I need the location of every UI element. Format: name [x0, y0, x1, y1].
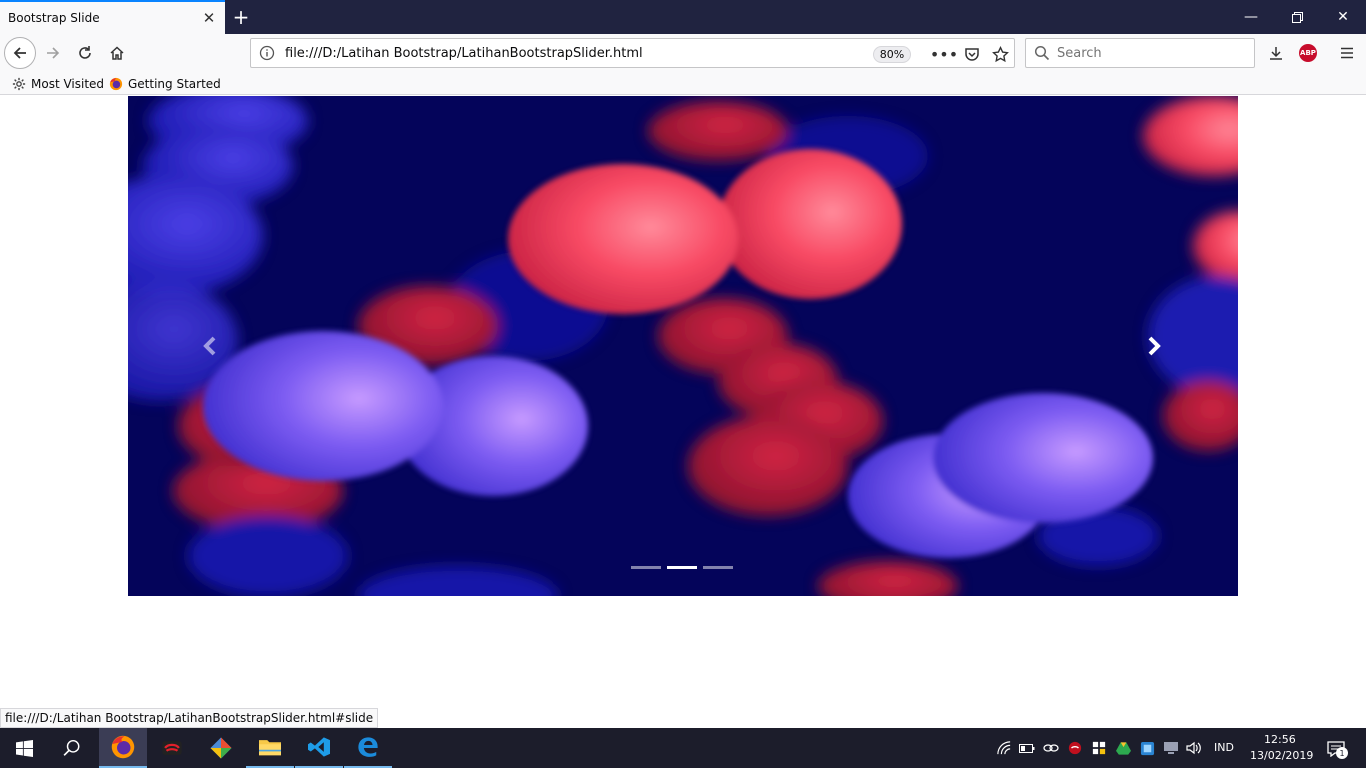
firefox-icon[interactable]: [99, 728, 147, 768]
wifi-icon[interactable]: [996, 740, 1012, 756]
search-input[interactable]: Search: [1057, 46, 1102, 61]
drive-sync-icon[interactable]: [1115, 740, 1131, 756]
search-bar[interactable]: Search: [1025, 38, 1255, 68]
bookmark-star-icon[interactable]: [990, 44, 1010, 64]
battery-icon[interactable]: [1019, 740, 1035, 756]
clock-time[interactable]: 12:56: [1264, 733, 1296, 746]
game-tray-icon[interactable]: [1067, 740, 1083, 756]
navigation-bar: file:///D:/Latihan Bootstrap/LatihanBoot…: [0, 34, 1366, 72]
carousel-indicator-3[interactable]: [703, 566, 733, 569]
volume-icon[interactable]: [1186, 740, 1202, 756]
tab-close-icon[interactable]: ✕: [201, 9, 217, 27]
hamburger-menu-icon: [1341, 47, 1353, 59]
firefox-icon: [109, 77, 123, 91]
zoom-badge[interactable]: 80%: [873, 46, 911, 63]
home-button[interactable]: [102, 38, 132, 68]
tab-title: Bootstrap Slide: [8, 11, 100, 25]
carousel-next-button[interactable]: [1134, 328, 1174, 364]
carousel[interactable]: [128, 96, 1238, 596]
arrow-right-icon: [47, 47, 60, 59]
page-content: file:///D:/Latihan Bootstrap/LatihanBoot…: [0, 96, 1366, 728]
chevron-right-icon: [1148, 336, 1161, 356]
slide-image: [128, 96, 1238, 596]
downloads-button[interactable]: [1261, 38, 1291, 68]
language-indicator[interactable]: IND: [1214, 741, 1234, 754]
url-bar[interactable]: file:///D:/Latihan Bootstrap/LatihanBoot…: [250, 38, 1015, 68]
bookmark-getting-started[interactable]: Getting Started: [109, 75, 221, 93]
carousel-indicator-1[interactable]: [631, 566, 661, 569]
reload-button[interactable]: [70, 38, 100, 68]
restore-icon[interactable]: [1274, 0, 1320, 34]
arrow-left-icon: [13, 47, 26, 59]
notification-count-badge: 1: [1336, 747, 1348, 759]
git-app-icon[interactable]: [197, 728, 245, 768]
gear-icon: [12, 77, 26, 91]
page-actions-icon[interactable]: •••: [930, 44, 958, 64]
app-tray-icon[interactable]: [1139, 740, 1155, 756]
forward-button[interactable]: [38, 38, 68, 68]
game-app-icon[interactable]: [148, 728, 196, 768]
home-icon: [110, 46, 124, 60]
carousel-prev-button[interactable]: [190, 328, 230, 364]
info-icon[interactable]: [259, 45, 275, 61]
edge-icon[interactable]: [344, 728, 392, 768]
network-link-icon[interactable]: [1043, 740, 1059, 756]
security-tray-icon[interactable]: [1091, 740, 1107, 756]
download-icon: [1270, 47, 1282, 60]
file-explorer-icon[interactable]: [246, 728, 294, 768]
title-bar: Bootstrap Slide ✕ + — ✕: [0, 0, 1366, 34]
carousel-indicators: [631, 566, 735, 570]
url-text[interactable]: file:///D:/Latihan Bootstrap/LatihanBoot…: [285, 46, 643, 61]
windows-taskbar: IND 12:56 13/02/2019 1: [0, 728, 1366, 768]
back-button[interactable]: [4, 37, 36, 69]
carousel-indicator-2[interactable]: [667, 566, 697, 569]
display-icon[interactable]: [1163, 740, 1179, 756]
search-icon: [1034, 45, 1050, 61]
vscode-icon[interactable]: [295, 728, 343, 768]
bookmark-most-visited[interactable]: Most Visited: [12, 75, 104, 93]
menu-button[interactable]: [1332, 38, 1362, 68]
status-bar: file:///D:/Latihan Bootstrap/LatihanBoot…: [0, 708, 379, 728]
search-icon[interactable]: [48, 728, 96, 768]
bookmark-label: Most Visited: [31, 77, 105, 91]
bookmark-label: Getting Started: [128, 77, 221, 91]
chevron-left-icon: [203, 336, 216, 356]
plus-icon[interactable]: +: [228, 4, 254, 30]
tab-bootstrap-slide[interactable]: Bootstrap Slide ✕: [0, 0, 225, 34]
close-window-icon[interactable]: ✕: [1320, 0, 1366, 34]
clock-date[interactable]: 13/02/2019: [1250, 749, 1313, 762]
pocket-icon[interactable]: [962, 44, 982, 64]
bookmarks-toolbar: Most Visited Getting Started: [0, 72, 1366, 95]
windows-start-icon[interactable]: [0, 728, 48, 768]
adblock-plus-icon[interactable]: ABP: [1299, 44, 1317, 62]
notification-center-icon[interactable]: 1: [1325, 739, 1348, 759]
minimize-icon[interactable]: —: [1228, 0, 1274, 34]
reload-icon: [79, 46, 91, 59]
